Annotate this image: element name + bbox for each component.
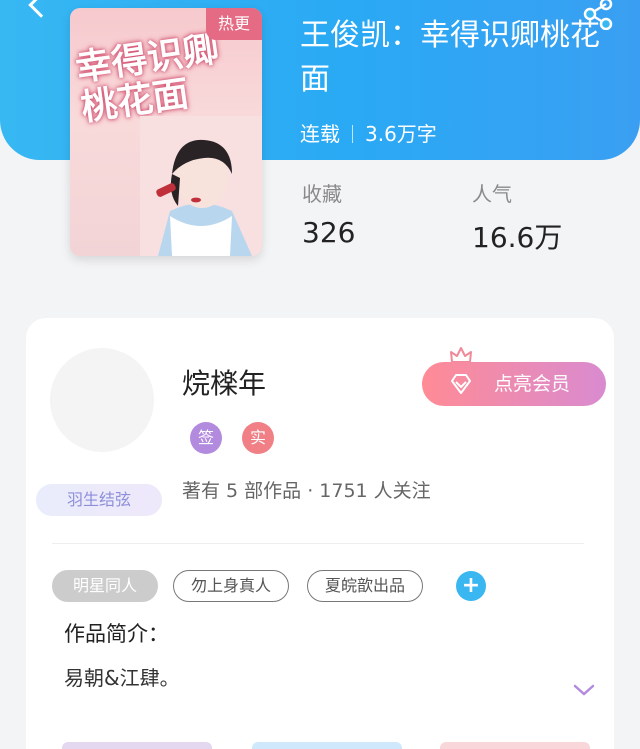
favorites-label: 收藏	[302, 182, 342, 206]
plus-icon: +	[461, 573, 481, 598]
book-cover[interactable]: 幸得识卿桃花面 热更	[70, 8, 262, 256]
tag-item[interactable]: 明星同人	[52, 570, 158, 602]
bottom-action-2[interactable]	[252, 742, 402, 749]
activate-vip-button[interactable]: 点亮会员	[422, 362, 606, 406]
cover-title: 幸得识卿桃花面	[73, 27, 222, 130]
book-status-line: 连载 3.6万字	[300, 118, 437, 147]
word-count: 3.6万字	[365, 122, 437, 146]
status-divider	[352, 125, 353, 143]
vip-button-label: 点亮会员	[494, 373, 571, 395]
serial-status: 连载	[300, 122, 340, 146]
chevron-left-icon	[28, 0, 54, 18]
section-divider	[52, 543, 584, 544]
tag-item[interactable]: 勿上身真人	[173, 570, 289, 602]
book-title: 王俊凯：幸得识卿桃花面	[300, 18, 600, 97]
add-tag-button[interactable]: +	[456, 571, 486, 601]
intro-heading: 作品简介：	[64, 622, 169, 646]
favorites-count: 326	[302, 216, 356, 249]
diamond-icon	[451, 374, 471, 394]
popularity-count: 16.6万	[472, 221, 563, 254]
popularity-label: 人气	[472, 182, 512, 206]
author-stats: 著有 5 部作品 · 1751 人关注	[182, 480, 431, 502]
chevron-down-icon[interactable]	[572, 682, 596, 698]
cover-illustration	[140, 116, 262, 256]
author-avatar[interactable]	[50, 348, 154, 452]
intro-text: 易朝&江肆。	[64, 666, 180, 690]
signed-badge: 签	[190, 422, 222, 454]
verified-badge: 实	[242, 422, 274, 454]
author-name[interactable]: 烷檪年	[182, 362, 266, 402]
avatar-frame-tag: 羽生结弦	[36, 484, 162, 516]
back-button[interactable]	[22, 0, 58, 30]
tag-item[interactable]: 夏皖歆出品	[307, 570, 423, 602]
bottom-action-3[interactable]	[440, 742, 590, 749]
bottom-action-1[interactable]	[62, 742, 212, 749]
cover-badge: 热更	[206, 8, 262, 40]
